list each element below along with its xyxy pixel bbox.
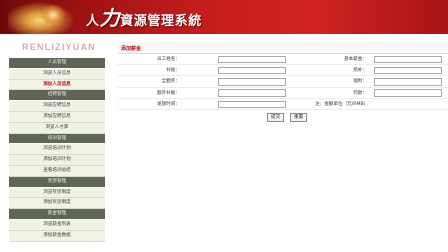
sidebar-item-add-applicant[interactable]: 添加应聘信息 — [9, 111, 105, 123]
allowance-label: 补贴： — [166, 68, 180, 74]
sidebar-brand-text: RENLIZIYUAN — [22, 42, 96, 52]
header-glow-decoration — [40, 4, 66, 26]
payment-time-label: 发放时间： — [157, 101, 180, 107]
sidebar-section-rewards[interactable]: 奖惩管理 — [9, 176, 105, 188]
currency-note: 注：金额单位（元/RMB） — [315, 101, 369, 107]
app-title-left: 人 — [86, 14, 100, 29]
sidebar-brand: RENLIZIYUAN — [0, 34, 118, 58]
sidebar: 人员管理 浏览人员信息 添加人员信息 招聘管理 浏览应聘信息 添加应聘信息 浏览… — [0, 58, 118, 252]
sidebar-section-personnel[interactable]: 人员管理 — [9, 58, 105, 69]
sidebar-item-add-training[interactable]: 添加培训计划 — [9, 155, 105, 166]
salary-form: 员工姓名： 基本薪金： 补贴： 损补： 全勤奖： 福利： 额外补助： 罚款： 发… — [118, 54, 448, 124]
sidebar-item-browse-training[interactable]: 浏览培训计划 — [9, 144, 105, 156]
sidebar-item-add-personnel[interactable]: 添加人员信息 — [9, 79, 105, 91]
form-actions: 提交 重置 — [118, 110, 448, 124]
submit-button[interactable]: 提交 — [267, 112, 285, 122]
allowance-input[interactable] — [218, 66, 286, 75]
welfare-label: 福利： — [353, 79, 367, 85]
sidebar-item-browse-salary[interactable]: 浏览薪金列表 — [9, 219, 105, 231]
sidebar-section-salary[interactable]: 薪金管理 — [9, 209, 105, 220]
welfare-input[interactable] — [374, 78, 442, 86]
sidebar-item-talent-pool[interactable]: 浏览人才库 — [9, 122, 105, 134]
payment-time-input[interactable] — [218, 100, 286, 109]
form-row: 员工姓名： 基本薪金： — [118, 54, 448, 66]
sidebar-section-recruitment[interactable]: 招聘管理 — [9, 90, 105, 102]
extra-allowance-label: 额外补助： — [157, 90, 180, 96]
subsidy-input[interactable] — [374, 66, 442, 75]
form-row: 发放时间： 注：金额单位（元/RMB） — [118, 99, 448, 110]
sidebar-item-add-salary[interactable]: 添加薪金数据 — [9, 230, 105, 242]
attendance-bonus-input[interactable] — [218, 78, 286, 86]
sidebar-item-browse-rewards[interactable]: 浏览奖惩制度 — [9, 187, 105, 199]
form-row: 补贴： 损补： — [118, 65, 448, 77]
app-header: 人力資源管理系統 — [0, 0, 448, 34]
deduction-label: 罚款： — [353, 90, 367, 96]
subsidy-label: 损补： — [353, 68, 367, 74]
base-salary-input[interactable] — [374, 55, 442, 64]
sidebar-item-browse-personnel[interactable]: 浏览人员信息 — [9, 68, 105, 80]
employee-name-input[interactable] — [218, 55, 286, 64]
form-row: 额外补助： 罚款： — [118, 88, 448, 99]
form-row: 全勤奖： 福利： — [118, 76, 448, 88]
app-title-right: 資源管理系統 — [120, 14, 202, 29]
deduction-input[interactable] — [374, 89, 442, 97]
main-content: 添加薪金 员工姓名： 基本薪金： 补贴： 损补： 全勤奖： 福利： 额外补助： … — [118, 34, 448, 252]
reset-button[interactable]: 重置 — [290, 112, 308, 122]
sidebar-section-training[interactable]: 培训管理 — [9, 133, 105, 145]
app-title: 人力資源管理系統 — [86, 6, 202, 30]
extra-allowance-input[interactable] — [218, 89, 286, 97]
page-title: 添加薪金 — [121, 46, 142, 52]
sidebar-item-add-rewards[interactable]: 添加奖惩制度 — [9, 198, 105, 210]
sidebar-item-training-summary[interactable]: 查看培训总结 — [9, 165, 105, 177]
sidebar-item-browse-applicants[interactable]: 浏览应聘信息 — [9, 101, 105, 112]
app-title-big: 力 — [99, 6, 121, 30]
employee-name-label: 员工姓名： — [157, 57, 180, 62]
page-title-bar: 添加薪金 — [118, 42, 448, 54]
attendance-bonus-label: 全勤奖： — [161, 79, 180, 85]
base-salary-label: 基本薪金： — [344, 57, 367, 62]
